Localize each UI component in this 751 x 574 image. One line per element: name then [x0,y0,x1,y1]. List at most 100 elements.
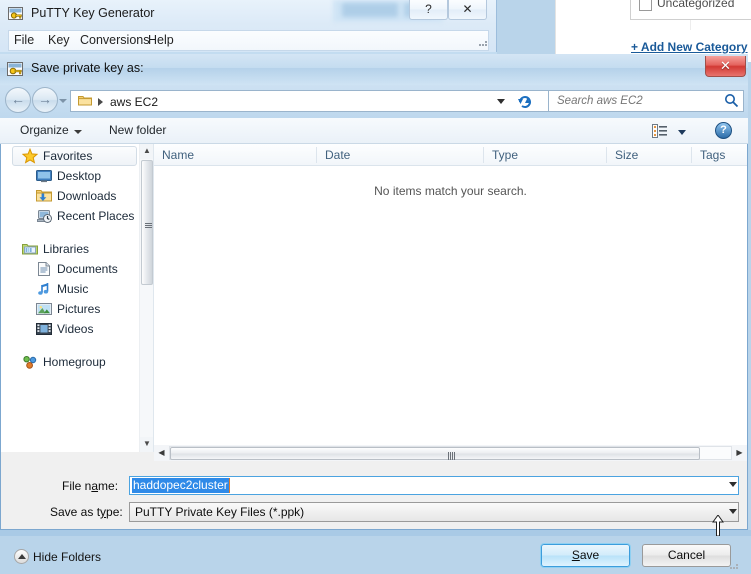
uncategorized-checkbox[interactable] [639,0,652,11]
organize-button[interactable]: Organize [20,123,69,137]
chevron-down-icon[interactable] [678,130,686,135]
recent-places-icon [36,208,52,224]
save-as-type-dropdown-icon[interactable] [729,509,737,514]
column-header-tags[interactable]: Tags [692,144,747,166]
back-arrow-icon: ← [11,91,25,107]
sidebar-item-homegroup[interactable]: Homegroup [1,352,139,372]
new-folder-button[interactable]: New folder [109,123,166,137]
search-icon[interactable] [724,93,739,108]
key-icon [7,61,25,78]
search-placeholder: Search aws EC2 [557,95,643,107]
music-icon [36,281,52,297]
sidebar-item-documents[interactable]: Documents [1,259,139,279]
hide-folders-button[interactable]: Hide Folders [33,550,101,564]
sidebar-item-label: Documents [57,262,118,276]
pictures-icon [36,301,52,317]
save-as-type-label: Save as type: [50,505,123,519]
sidebar-item-recent-places[interactable]: Recent Places [1,206,139,226]
scroll-up-arrow-icon[interactable]: ▲ [140,144,154,159]
putty-resize-grip[interactable] [477,36,489,48]
cancel-button[interactable]: Cancel [642,544,731,567]
forward-arrow-icon: → [38,91,52,107]
scrollbar-thumb[interactable] [141,160,153,285]
sidebar-item-label: Downloads [57,189,117,203]
scrollbar-grip [448,452,455,460]
sidebar-item-label: Recent Places [57,209,135,223]
navigation-pane-scrollbar[interactable]: ▲ ▼ [139,144,154,452]
list-view-icon[interactable] [652,124,667,138]
sidebar-item-label: Libraries [43,242,90,256]
sidebar-item-music[interactable]: Music [1,279,139,299]
desktop-icon [36,168,52,184]
putty-menu-file[interactable]: File [14,33,34,47]
chevron-right-icon[interactable] [98,98,103,106]
scroll-down-arrow-icon[interactable]: ▼ [140,437,154,452]
sidebar-item-label: Pictures [57,302,101,316]
putty-key-generator-window: PuTTY Key Generator ? ✕ File Key Convers… [0,0,497,62]
column-header-size[interactable]: Size [607,144,691,166]
dialog-title: Save private key as: [31,61,144,75]
chevron-down-icon[interactable] [59,99,67,103]
tree-group-spacer [1,226,139,239]
uncategorized-label: Uncategorized [657,0,735,10]
scroll-right-arrow-icon[interactable]: ▶ [732,445,747,461]
save-as-type-value: PuTTY Private Key Files (*.ppk) [135,505,305,519]
navigation-pane: Favorites Desktop Downloads Recent Place… [1,144,154,452]
putty-menu-conversions[interactable]: Conversions [80,33,149,47]
putty-menu-help[interactable]: Help [148,33,174,47]
sidebar-item-label: Homegroup [43,355,106,369]
column-header-name[interactable]: Name [154,144,316,166]
scrollbar-thumb[interactable] [170,447,700,460]
column-header-type[interactable]: Type [484,144,606,166]
folder-icon [78,94,92,106]
key-icon [8,6,25,22]
file-list-pane: Name Date Type Size Tags No items match … [154,144,747,452]
sidebar-item-pictures[interactable]: Pictures [1,299,139,319]
star-icon [21,147,39,164]
homegroup-icon [22,354,38,370]
sidebar-item-libraries[interactable]: Libraries [1,239,139,259]
putty-close-label: ✕ [462,2,473,16]
scroll-left-arrow-icon[interactable]: ◀ [154,445,169,461]
save-button[interactable]: Save [540,543,631,568]
sidebar-item-label: Videos [57,322,94,336]
sidebar-item-label: Music [57,282,89,296]
sidebar-item-videos[interactable]: Videos [1,319,139,339]
file-name-label: File name: [62,479,119,493]
add-new-category-link[interactable]: + Add New Category [631,40,748,54]
column-header-date[interactable]: Date [317,144,483,166]
scrollbar-grip [145,223,152,228]
putty-close-button[interactable]: ✕ [448,0,487,20]
downloads-icon [36,188,52,204]
sidebar-item-label: Favorites [43,149,93,163]
documents-icon [36,261,52,277]
mouse-cursor [712,514,724,537]
putty-menu-key[interactable]: Key [48,33,70,47]
sidebar-item-label: Desktop [57,169,102,183]
putty-help-button[interactable]: ? [409,0,448,20]
help-icon[interactable]: ? [715,122,732,139]
dialog-resize-grip[interactable] [728,559,740,571]
libraries-icon [22,241,38,257]
empty-list-message: No items match your search. [374,184,527,198]
address-path-text[interactable]: aws EC2 [110,95,158,109]
videos-icon [36,321,52,337]
tree-group-spacer-2 [1,339,139,352]
file-name-dropdown-icon[interactable] [729,482,737,487]
background-divider [555,0,556,62]
file-list-horizontal-scrollbar[interactable]: ◀ ▶ [154,445,747,461]
text-caret [228,478,230,493]
folder-tree: Favorites Desktop Downloads Recent Place… [1,144,139,372]
putty-help-label: ? [425,2,432,16]
chevron-down-icon[interactable] [74,130,82,134]
address-dropdown-icon[interactable] [497,99,505,104]
file-name-value[interactable]: haddopec2cluster [132,478,229,493]
refresh-icon[interactable] [516,92,534,110]
save-private-key-dialog: Save private key as: ✕ ← → aws EC2 Searc… [0,54,751,569]
sidebar-item-downloads[interactable]: Downloads [1,186,139,206]
sidebar-item-favorites[interactable]: Favorites [1,146,139,166]
dialog-close-button[interactable]: ✕ [705,56,746,77]
sidebar-item-desktop[interactable]: Desktop [1,166,139,186]
collapse-triangle-icon [18,554,26,559]
putty-window-title: PuTTY Key Generator [31,6,155,20]
